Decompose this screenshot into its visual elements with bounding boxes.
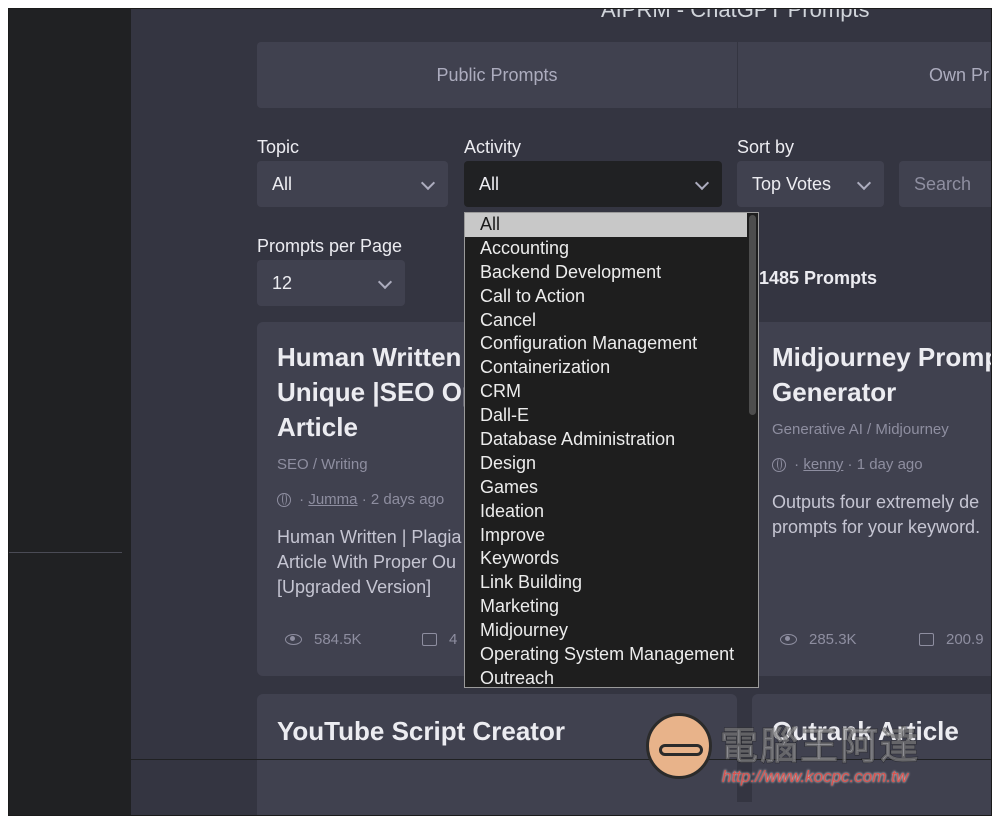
- activity-dropdown-list[interactable]: All Accounting Backend Development Call to …: [464, 212, 759, 688]
- card-comments-value: 4: [449, 631, 458, 648]
- tab-separator: [737, 42, 738, 108]
- dropdown-option[interactable]: Improve: [465, 524, 748, 548]
- globe-icon: [772, 458, 786, 472]
- topic-select-value: All: [272, 174, 293, 194]
- card-title: Midjourney Promp Generator: [772, 340, 992, 410]
- card-comments-value: 200.9: [946, 631, 984, 648]
- dropdown-option[interactable]: Containerization: [465, 356, 748, 380]
- chevron-down-icon: [420, 175, 436, 191]
- card-meta: · Jumma · 2 days ago: [277, 491, 444, 508]
- card-views: 285.3K: [780, 631, 857, 648]
- tab-own-prompts[interactable]: Own Pr: [929, 42, 989, 108]
- sort-select-value: Top Votes: [752, 174, 832, 194]
- sort-select[interactable]: Top Votes: [737, 161, 884, 207]
- sidebar: [9, 9, 131, 815]
- dropdown-option[interactable]: Design: [465, 452, 748, 476]
- dropdown-option[interactable]: Outreach: [465, 667, 748, 687]
- card-author-link[interactable]: Jumma: [308, 491, 357, 508]
- card-title-line: Midjourney Promp: [772, 342, 992, 372]
- sidebar-divider: [9, 552, 122, 553]
- activity-select[interactable]: All: [464, 161, 722, 207]
- card-title-line: Generator: [772, 377, 897, 407]
- card-comments: 4: [422, 631, 457, 648]
- dropdown-option[interactable]: Ideation: [465, 500, 748, 524]
- dropdown-option[interactable]: Keywords: [465, 547, 748, 571]
- card-comments: 200.9: [919, 631, 984, 648]
- watermark-text: 電腦王阿達: [719, 726, 921, 769]
- search-input[interactable]: Search: [899, 161, 992, 207]
- eye-icon: [780, 634, 797, 645]
- card-meta: · kenny · 1 day ago: [772, 456, 923, 473]
- card-author-link[interactable]: kenny: [803, 456, 843, 473]
- watermark-url: http://www.kocpc.com.tw: [722, 767, 909, 786]
- app-window: AIPRM - ChatGPT Prompts Public Prompts O…: [9, 9, 992, 815]
- dropdown-option[interactable]: Configuration Management: [465, 332, 748, 356]
- card-title: YouTube Script Creator: [277, 716, 565, 746]
- activity-label: Activity: [464, 137, 522, 157]
- per-page-label: Prompts per Page: [257, 236, 403, 256]
- globe-icon: [277, 493, 291, 507]
- prompt-card[interactable]: Midjourney Promp Generator Generative AI…: [752, 322, 992, 676]
- dropdown-option[interactable]: Marketing: [465, 595, 748, 619]
- prompt-count: 1485 Prompts: [759, 268, 878, 288]
- card-views: 584.5K: [285, 631, 362, 648]
- chevron-down-icon: [377, 274, 393, 290]
- per-page-select[interactable]: 12: [257, 260, 405, 306]
- tab-public-prompts[interactable]: Public Prompts: [257, 42, 737, 108]
- scrollbar-thumb[interactable]: [749, 215, 756, 415]
- page-title: AIPRM - ChatGPT Prompts: [601, 9, 870, 22]
- dropdown-option[interactable]: Midjourney: [465, 619, 748, 643]
- eye-icon: [285, 634, 302, 645]
- card-views-value: 285.3K: [809, 631, 857, 648]
- dropdown-option[interactable]: CRM: [465, 380, 748, 404]
- dropdown-option[interactable]: Link Building: [465, 571, 748, 595]
- dropdown-option[interactable]: Games: [465, 476, 748, 500]
- watermark: 電腦王阿達 http://www.kocpc.com.tw: [646, 703, 976, 795]
- sort-label: Sort by: [737, 137, 795, 157]
- comment-icon: [919, 633, 934, 646]
- dropdown-option[interactable]: Accounting: [465, 237, 748, 261]
- dropdown-option[interactable]: Dall-E: [465, 404, 748, 428]
- dropdown-option[interactable]: Cancel: [465, 309, 748, 333]
- dropdown-option[interactable]: Backend Development: [465, 261, 748, 285]
- dropdown-scrollbar[interactable]: [747, 213, 758, 687]
- comment-icon: [422, 633, 437, 646]
- card-time: · 2 days ago: [361, 491, 445, 508]
- glasses-icon: [659, 744, 703, 756]
- dropdown-options: All Accounting Backend Development Call to …: [465, 213, 748, 687]
- prompt-card[interactable]: [264, 802, 992, 815]
- card-time: · 1 day ago: [847, 456, 923, 473]
- card-description: Outputs four extremely de prompts for yo…: [772, 490, 992, 540]
- dropdown-option[interactable]: Database Administration: [465, 428, 748, 452]
- dropdown-option[interactable]: Call to Action: [465, 285, 748, 309]
- topic-label: Topic: [257, 137, 300, 157]
- prompt-tabs: Public Prompts Own Pr: [257, 42, 992, 108]
- topic-select[interactable]: All: [257, 161, 448, 207]
- card-category: Generative AI / Midjourney: [772, 421, 949, 438]
- card-views-value: 584.5K: [314, 631, 362, 648]
- chevron-down-icon: [856, 175, 872, 191]
- dropdown-option[interactable]: All: [465, 213, 748, 237]
- watermark-mascot-icon: [646, 713, 712, 779]
- card-desc-line: prompts for your keyword.: [772, 517, 981, 537]
- chevron-down-icon: [694, 175, 710, 191]
- card-desc-line: Outputs four extremely de: [772, 492, 980, 512]
- per-page-select-value: 12: [272, 273, 293, 293]
- dropdown-option[interactable]: Operating System Management: [465, 643, 748, 667]
- activity-select-value: All: [479, 174, 500, 194]
- card-category: SEO / Writing: [277, 456, 368, 473]
